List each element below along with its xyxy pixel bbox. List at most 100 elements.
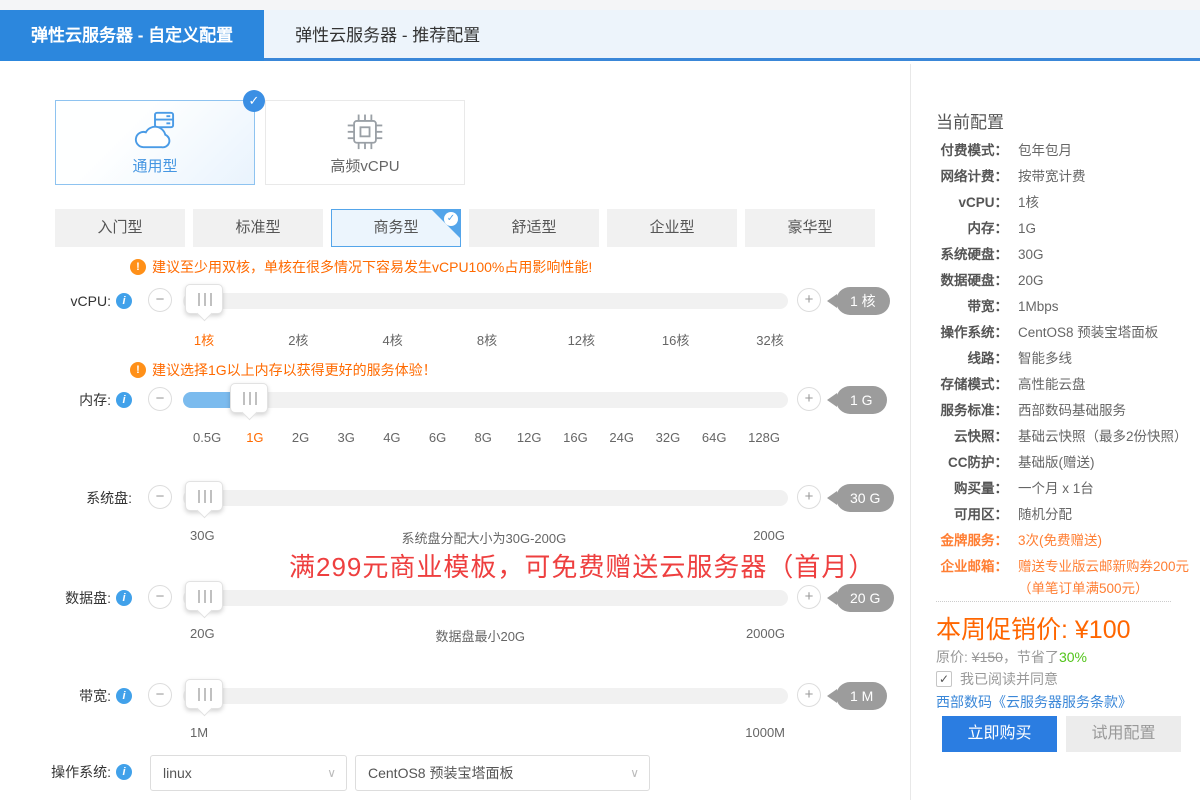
range-min: 30G [190,528,215,547]
summary-item: 网络计费： 按带宽计费 [911,164,1200,190]
info-icon[interactable]: i [116,590,132,606]
warning-text: 建议选择1G以上内存以获得更好的服务体验！ [152,360,437,380]
system-disk-slider-track[interactable] [183,490,788,506]
page-top-strip [0,0,1200,10]
tier-tab[interactable]: 商务型 ✓ [331,209,461,247]
data-disk-slider-handle[interactable] [185,581,223,611]
tier-tab[interactable]: 豪华型 ✓ [745,209,875,247]
data-disk-value-badge: 20 G [836,584,894,612]
tick-label: 24G [609,430,634,445]
summary-item-label: 服务标准： [911,398,1008,424]
vcpu-ticks: 1核2核4核8核12核16核32核 [184,330,790,349]
buy-now-button[interactable]: 立即购买 [942,716,1057,752]
memory-slider-handle[interactable] [230,383,268,413]
vcpu-plus-button[interactable]: + [797,288,821,312]
os-label: 操作系统: [51,762,111,782]
info-icon[interactable]: i [116,293,132,309]
system-disk-value-badge: 30 G [836,484,894,512]
vcpu-minus-button[interactable]: − [148,288,172,312]
data-disk-plus-button[interactable]: + [797,585,821,609]
tier-tab-label: 舒适型 [511,219,556,236]
chevron-down-icon: ∨ [327,756,336,790]
summary-item: 金牌服务： 3次(免费赠送) [911,528,1200,554]
summary-item: 存储模式： 高性能云盘 [911,372,1200,398]
summary-item: 购买量： 一个月 x 1台 [911,476,1200,502]
top-tab-bar: 弹性云服务器 - 自定义配置 弹性云服务器 - 推荐配置 [0,10,1200,61]
server-type-label: 通用型 [132,155,177,176]
tier-tab[interactable]: 入门型 ✓ [55,209,185,247]
tick-label: 128G [748,430,780,445]
bandwidth-slider-handle[interactable] [185,679,223,709]
info-icon[interactable]: i [116,392,132,408]
summary-list: 付费模式： 包年包月 网络计费： 按带宽计费 vCPU： 1核 内存： 1G 系… [911,138,1200,598]
system-disk-slider-row: 系统盘: − + 30 G [0,490,910,506]
tick-label: 16核 [656,330,696,349]
bandwidth-minus-button[interactable]: − [148,683,172,707]
promo-banner: 满299元商业模板，可免费赠送云服务器（首月） [289,547,875,584]
info-icon[interactable]: i [116,764,132,780]
memory-ticks: 0.5G1G2G3G4G6G8G12G16G24G32G64G128G [193,430,780,445]
tick-label: 1G [243,430,267,445]
tier-tab[interactable]: 标准型 ✓ [193,209,323,247]
system-disk-plus-button[interactable]: + [797,485,821,509]
bandwidth-plus-button[interactable]: + [797,683,821,707]
summary-item-label: 付费模式： [911,138,1008,164]
data-disk-range: 20G 数据盘最小20G 2000G [190,626,785,645]
summary-item: 带宽： 1Mbps [911,294,1200,320]
data-disk-minus-button[interactable]: − [148,585,172,609]
tick-label: 2核 [278,330,318,349]
summary-item-label: 线路： [911,346,1008,372]
system-disk-minus-button[interactable]: − [148,485,172,509]
system-disk-label: 系统盘: [86,488,132,508]
summary-item: 企业邮箱： 赠送专业版云邮新购券200元（单笔订单满500元） [911,554,1200,598]
os-image-value: CentOS8 预装宝塔面板 [368,765,513,781]
tier-tab-label: 企业型 [649,219,694,236]
tier-tab[interactable]: 企业型 ✓ [607,209,737,247]
vcpu-slider-handle[interactable] [185,284,223,314]
cloud-server-icon [132,110,178,150]
os-family-select[interactable]: linux ∨ [150,755,347,791]
bandwidth-slider-row: 带宽: i − + 1 M [0,688,910,704]
server-type-card-general[interactable]: 通用型 ✓ [55,100,255,185]
tick-label: 6G [426,430,450,445]
range-hint: 数据盘最小20G [435,626,525,645]
summary-item-label: 带宽： [911,294,1008,320]
summary-item-label: 内存： [911,216,1008,242]
savings-prefix: ，节省了 [1003,649,1059,665]
range-max: 1000M [745,725,785,740]
bandwidth-range: 1M 1000M [190,725,785,740]
tick-label: 64G [702,430,727,445]
tier-tab[interactable]: 舒适型 ✓ [469,209,599,247]
info-icon[interactable]: i [116,688,132,704]
vcpu-warning: ! 建议至少用双核，单核在很多情况下容易发生vCPU100%占用影响性能! [130,257,592,277]
system-disk-slider-handle[interactable] [185,481,223,511]
memory-minus-button[interactable]: − [148,387,172,411]
summary-item-value: CentOS8 预装宝塔面板 [1008,320,1200,346]
summary-item-label: 网络计费： [911,164,1008,190]
memory-slider-row: 内存: i − + 1 G [0,392,910,408]
trial-config-button[interactable]: 试用配置 [1066,716,1181,752]
bandwidth-slider-track[interactable] [183,688,788,704]
config-panel: 通用型 ✓ 高频vCPU 入门型 ✓ 标准型 ✓ [0,64,910,800]
summary-item-value: 1核 [1008,190,1200,216]
warning-icon: ! [130,259,146,275]
server-type-card-high-freq[interactable]: 高频vCPU [265,100,465,185]
os-family-value: linux [163,765,192,781]
os-image-select[interactable]: CentOS8 预装宝塔面板 ∨ [355,755,650,791]
savings-percent: 30% [1059,649,1087,665]
memory-label: 内存: [79,390,111,410]
memory-slider-track[interactable] [183,392,788,408]
tier-tab-label: 豪华型 [787,219,832,236]
agree-checkbox[interactable]: ✓ [936,671,952,687]
summary-item-label: 系统硬盘： [911,242,1008,268]
memory-plus-button[interactable]: + [797,387,821,411]
summary-item: 服务标准： 西部数码基础服务 [911,398,1200,424]
tier-tab-label: 标准型 [235,219,280,236]
summary-item-value: 赠送专业版云邮新购券200元（单笔订单满500元） [1008,554,1200,598]
terms-link[interactable]: 西部数码《云服务器服务条款》 [936,692,1132,712]
data-disk-slider-track[interactable] [183,590,788,606]
tab-recommended-config[interactable]: 弹性云服务器 - 推荐配置 [264,10,511,61]
vcpu-slider-track[interactable] [183,293,788,309]
summary-item-value: 基础版(赠送) [1008,450,1200,476]
tab-custom-config[interactable]: 弹性云服务器 - 自定义配置 [0,10,264,61]
